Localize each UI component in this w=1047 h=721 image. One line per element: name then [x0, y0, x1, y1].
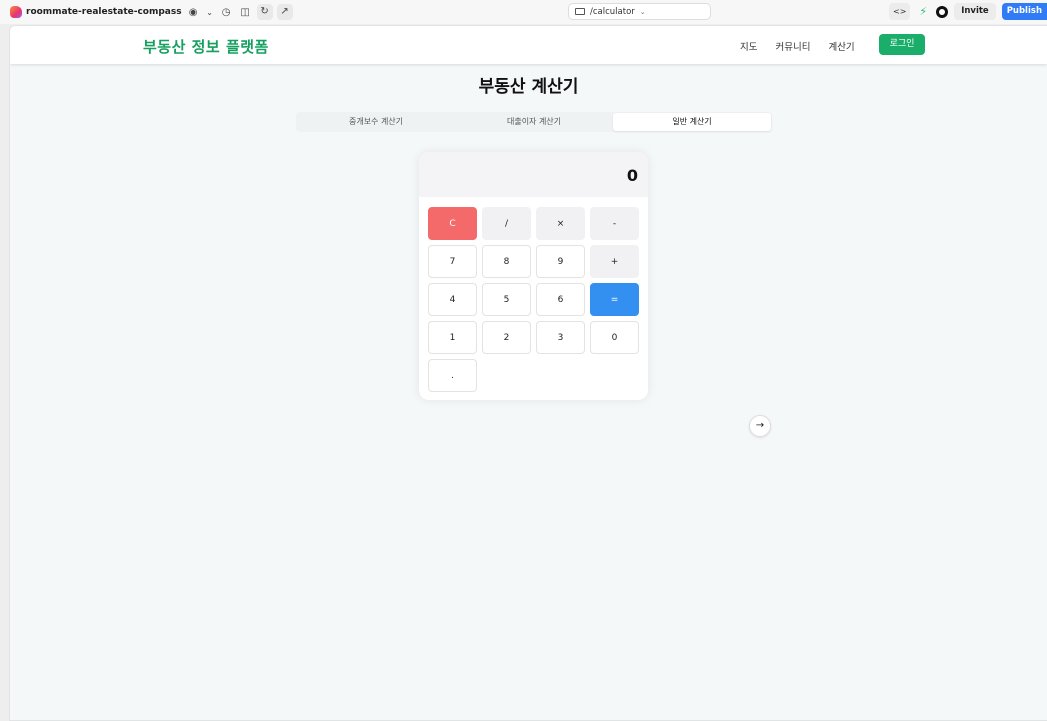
page-title: 부동산 계산기 [478, 77, 579, 97]
open-external-icon[interactable]: ↗ [276, 4, 293, 20]
key-5[interactable]: 5 [482, 283, 531, 316]
key-6[interactable]: 6 [536, 283, 585, 316]
key-subtract[interactable]: - [590, 207, 639, 240]
key-9[interactable]: 9 [536, 245, 585, 278]
nav-item-calculator[interactable]: 계산기 [828, 39, 854, 53]
key-7[interactable]: 7 [428, 245, 477, 278]
site-nav: 지도 커뮤니티 계산기 [740, 39, 855, 53]
history-icon[interactable]: ◷ [219, 7, 234, 18]
chevron-down-icon[interactable]: ⌄ [205, 8, 215, 17]
keypad: C / × - 7 8 9 + 4 5 6 = 1 2 3 0 . [428, 207, 639, 392]
bolt-icon[interactable]: ⚡ [916, 5, 930, 18]
tab-loan-interest[interactable]: 대출이자 계산기 [455, 113, 613, 131]
calculator: 0 C / × - 7 8 9 + 4 5 6 = 1 2 3 0 . [419, 152, 648, 400]
refresh-icon[interactable]: ↻ [256, 4, 273, 20]
arrow-right-icon[interactable]: → [749, 415, 771, 437]
key-2[interactable]: 2 [482, 321, 531, 354]
nav-item-map[interactable]: 지도 [740, 39, 757, 53]
preview-frame: 부동산 정보 플랫폼 지도 커뮤니티 계산기 로그인 부동산 계산기 중개보수 … [9, 25, 1047, 721]
key-3[interactable]: 3 [536, 321, 585, 354]
login-button[interactable]: 로그인 [879, 34, 925, 55]
project-name[interactable]: roommate-realestate-compass [26, 7, 182, 17]
site-header: 부동산 정보 플랫폼 지도 커뮤니티 계산기 로그인 [10, 26, 1047, 64]
tab-general[interactable]: 일반 계산기 [613, 113, 771, 131]
key-multiply[interactable]: × [536, 207, 585, 240]
calculator-display: 0 [419, 152, 648, 197]
key-divide[interactable]: / [482, 207, 531, 240]
key-8[interactable]: 8 [482, 245, 531, 278]
key-0[interactable]: 0 [590, 321, 639, 354]
key-decimal[interactable]: . [428, 359, 477, 392]
key-add[interactable]: + [590, 245, 639, 278]
key-4[interactable]: 4 [428, 283, 477, 316]
key-clear[interactable]: C [428, 207, 477, 240]
url-path: /calculator [590, 6, 635, 17]
sidebar-toggle-icon[interactable]: ◫ [238, 7, 253, 18]
monitor-icon [575, 8, 585, 15]
globe-icon[interactable]: ◉ [186, 7, 201, 18]
key-1[interactable]: 1 [428, 321, 477, 354]
key-equals[interactable]: = [590, 283, 639, 316]
chevron-down-icon: ⌄ [639, 7, 646, 16]
publish-button[interactable]: Publish [1001, 3, 1047, 20]
nav-item-community[interactable]: 커뮤니티 [775, 39, 810, 53]
editor-toolbar: roommate-realestate-compass ◉ ⌄ ◷ ◫ ↻ ↗ … [0, 0, 1047, 24]
lovable-logo-icon[interactable] [10, 6, 22, 18]
github-icon[interactable] [936, 5, 949, 18]
tab-brokerage-fee[interactable]: 중개보수 계산기 [297, 113, 455, 131]
url-selector[interactable]: /calculator ⌄ [568, 3, 711, 20]
invite-button[interactable]: Invite [954, 3, 996, 20]
code-view-button[interactable]: <> [889, 3, 911, 20]
site-logo[interactable]: 부동산 정보 플랫폼 [143, 36, 269, 57]
calculator-tabs: 중개보수 계산기 대출이자 계산기 일반 계산기 [296, 112, 772, 132]
